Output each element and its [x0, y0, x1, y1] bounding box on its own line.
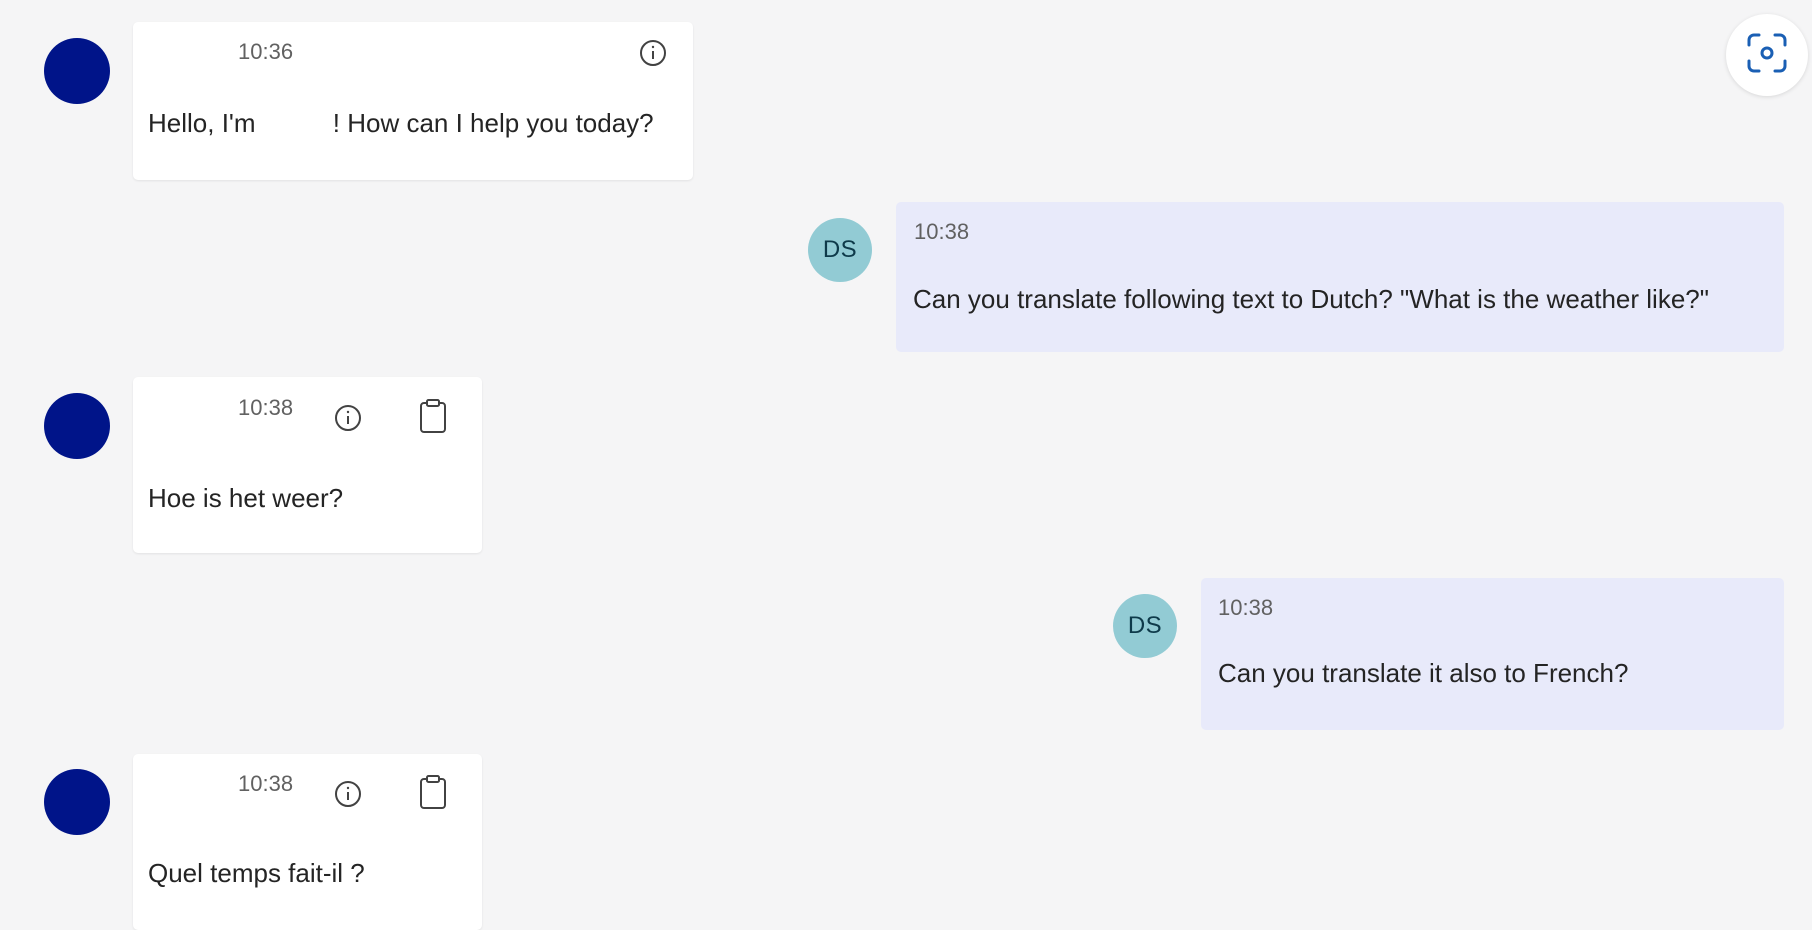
screenshot-scan-icon: [1745, 31, 1789, 80]
info-icon[interactable]: [332, 778, 364, 810]
message-text: Hoe is het weer?: [148, 483, 344, 513]
bot-avatar: [44, 393, 110, 459]
message-text: Quel temps fait-il ?: [148, 858, 365, 888]
user-initials: DS: [822, 236, 858, 263]
message-text: Can you translate following text to Dutc…: [913, 284, 1709, 314]
user-avatar: DS: [1113, 594, 1177, 658]
user-initials: DS: [1127, 612, 1163, 639]
user-message-bubble: 10:38 Can you translate it also to Frenc…: [1201, 578, 1784, 730]
clipboard-icon[interactable]: [417, 775, 449, 809]
user-message-bubble: 10:38 Can you translate following text t…: [896, 202, 1784, 352]
message-timestamp: 10:38: [1218, 595, 1274, 620]
message-timestamp: 10:38: [914, 219, 970, 244]
clipboard-icon[interactable]: [417, 399, 449, 433]
message-text: Hello, I'm ! How can I help you today?: [148, 108, 654, 138]
bot-avatar: [44, 38, 110, 104]
message-text: Can you translate it also to French?: [1218, 658, 1629, 688]
bot-message-bubble: 10:36 Hello, I'm ! How can I help you to…: [133, 22, 693, 180]
user-avatar: DS: [808, 218, 872, 282]
message-timestamp: 10:38: [238, 771, 294, 796]
info-icon[interactable]: [637, 37, 669, 69]
screenshot-button[interactable]: [1726, 14, 1808, 96]
bot-avatar: [44, 769, 110, 835]
message-timestamp: 10:36: [238, 39, 294, 64]
message-timestamp: 10:38: [238, 395, 294, 420]
info-icon[interactable]: [332, 402, 364, 434]
bot-message-bubble: 10:38 Quel temps fait-il ?: [133, 754, 482, 930]
bot-message-bubble: 10:38 Hoe is het weer?: [133, 377, 482, 553]
